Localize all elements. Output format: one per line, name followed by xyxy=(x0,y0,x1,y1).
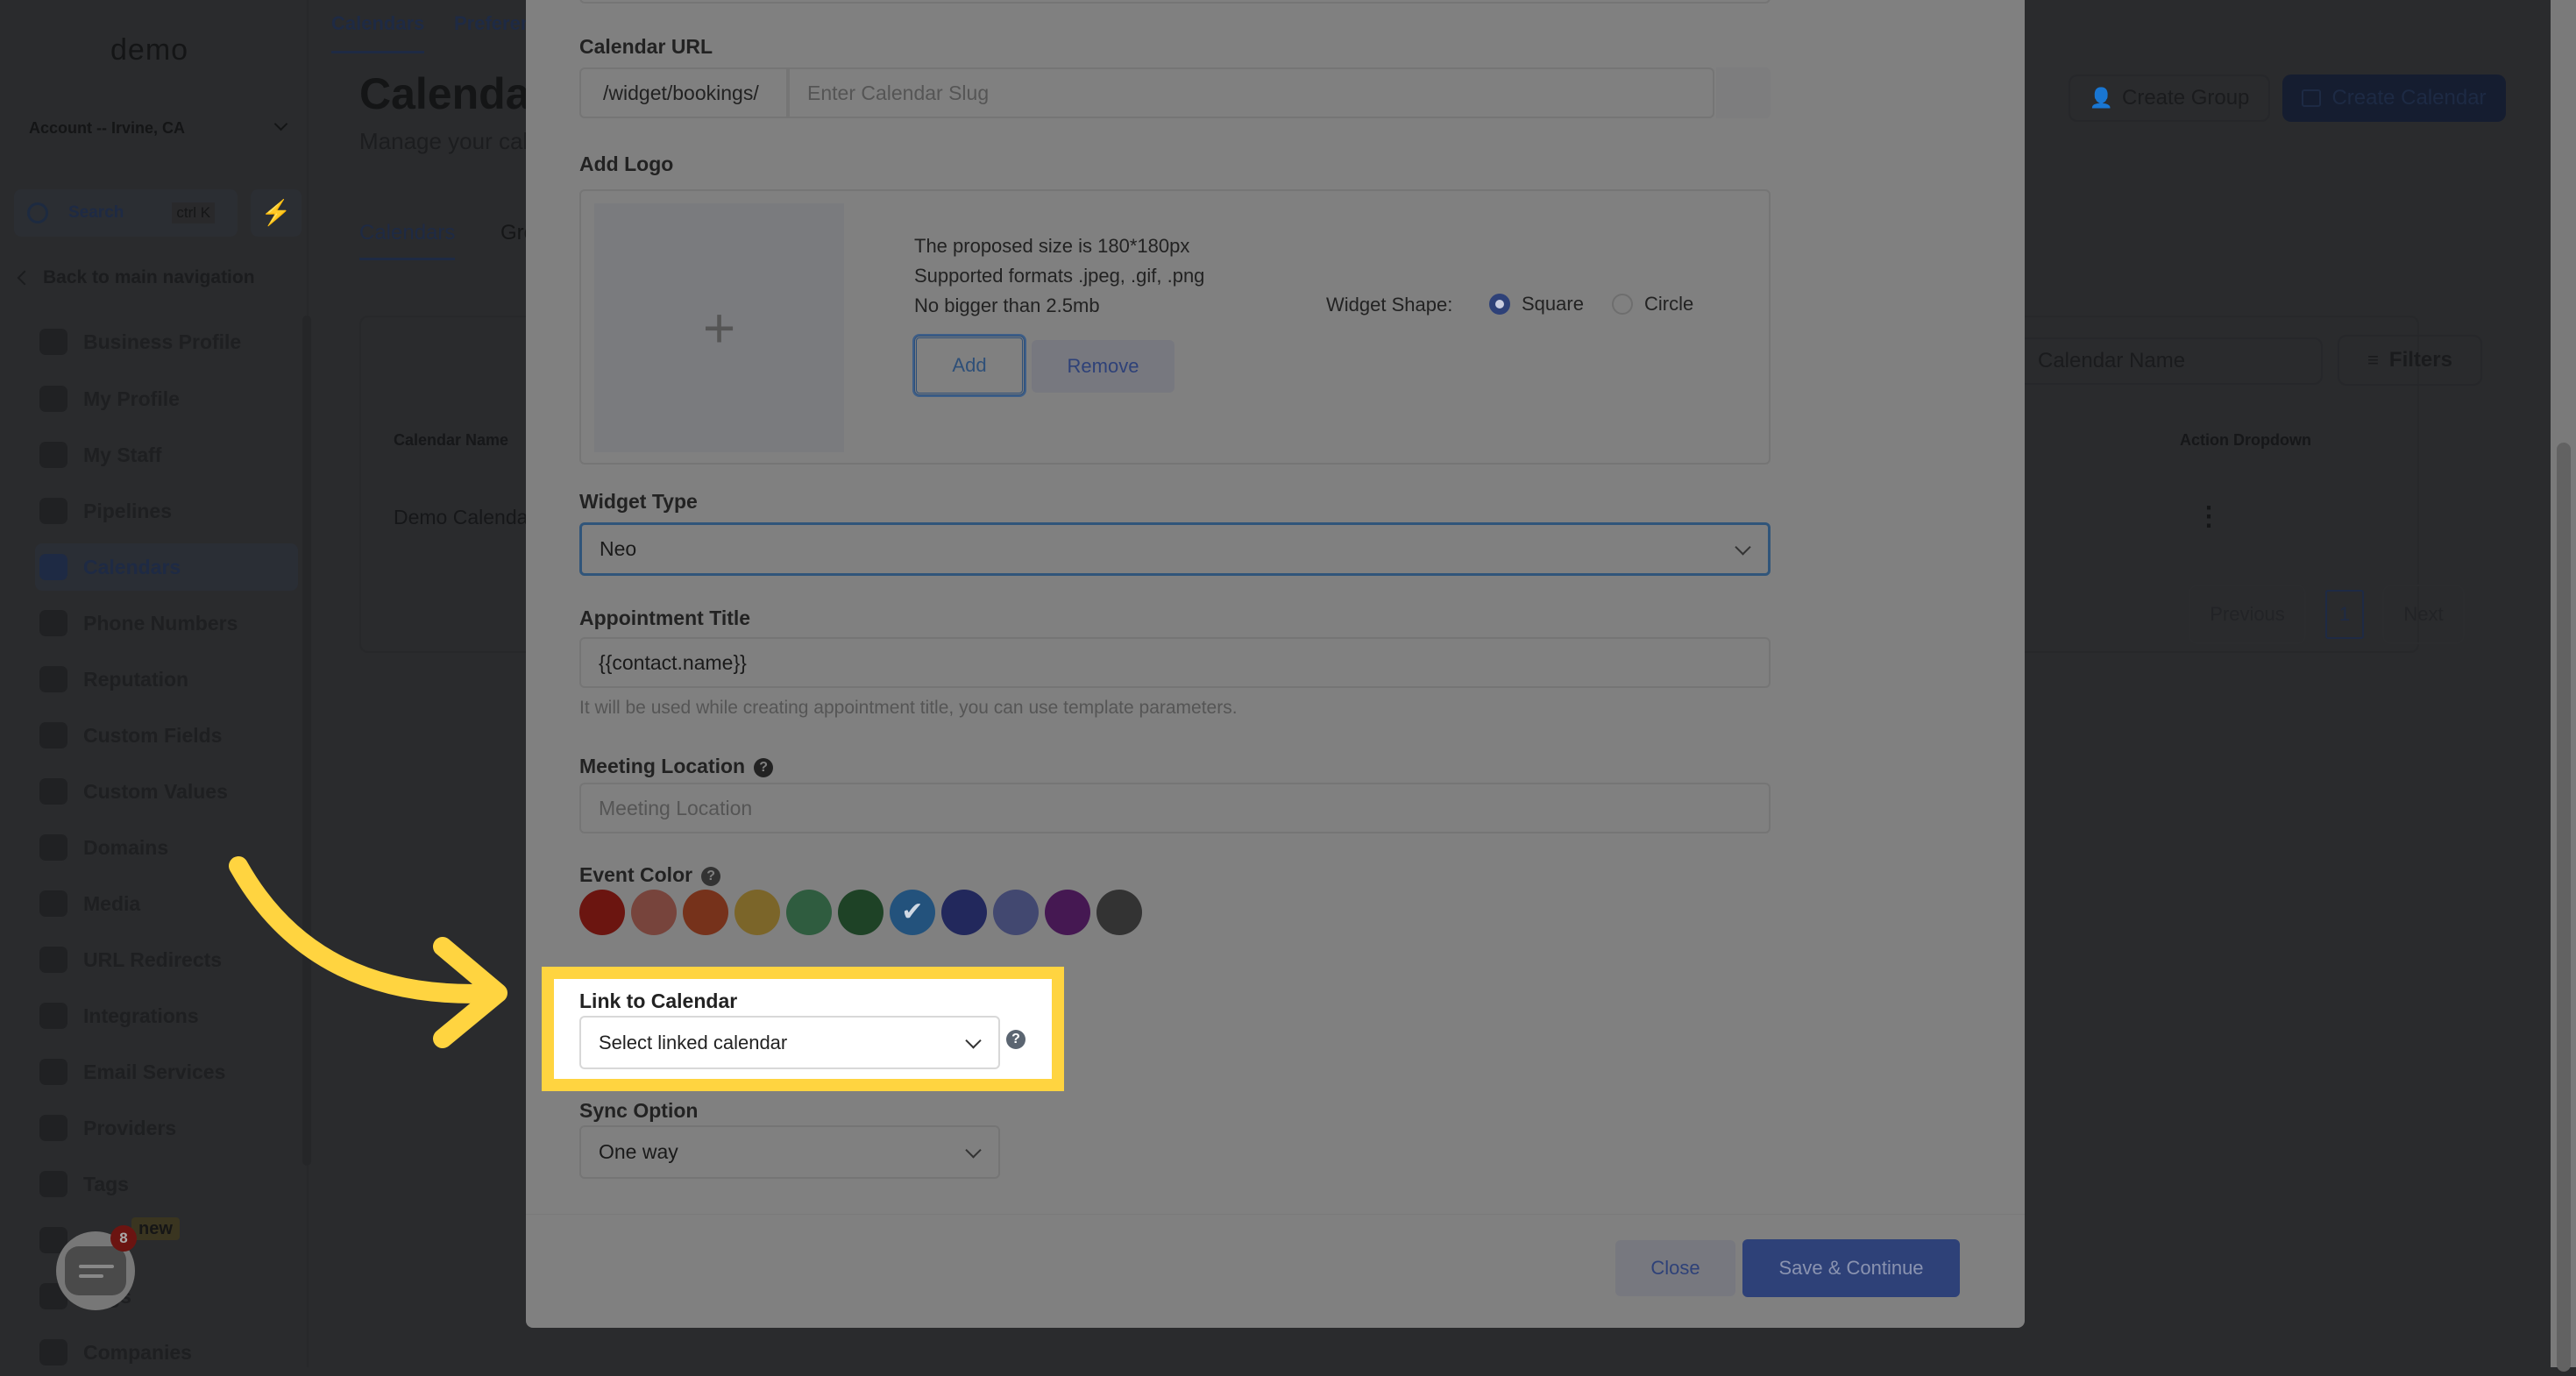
arrow-curve xyxy=(229,856,506,1004)
yellow-arrow-annotation xyxy=(229,856,507,1048)
